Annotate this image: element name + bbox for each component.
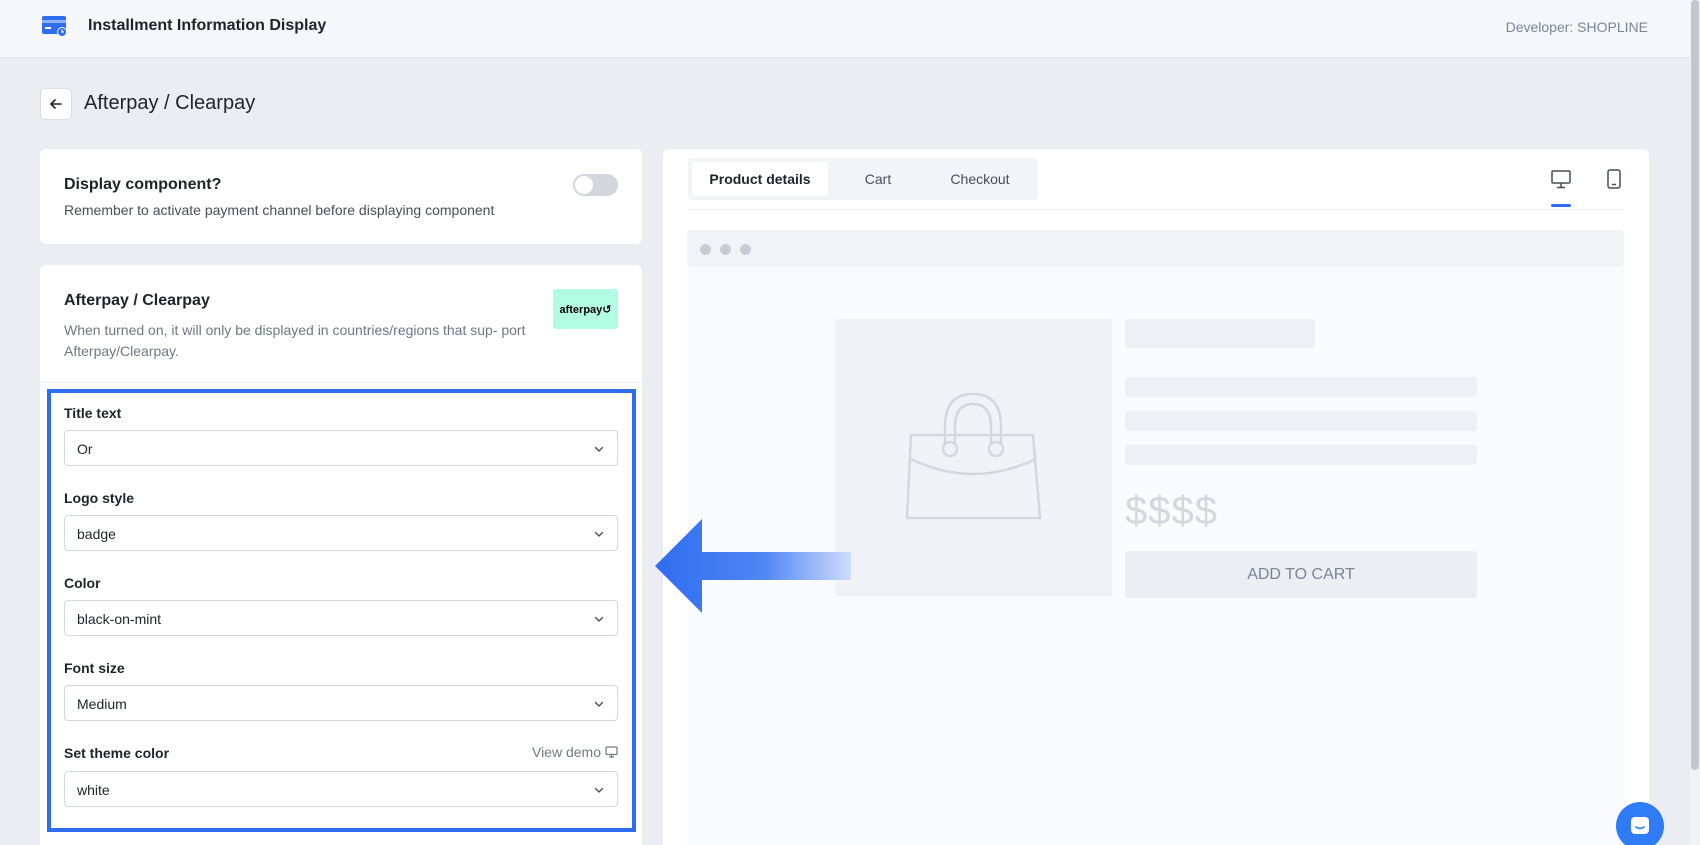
view-demo-label: View demo	[531, 744, 601, 760]
color-label: Color	[64, 575, 101, 591]
toggle-knob	[575, 176, 593, 194]
mobile-icon[interactable]	[1603, 168, 1625, 190]
text-placeholder-bar	[1125, 411, 1477, 431]
chevron-down-icon	[594, 701, 604, 707]
chevron-down-icon	[594, 616, 604, 622]
shopping-bag-icon	[905, 392, 1042, 520]
font-size-value: Medium	[77, 696, 127, 712]
chevron-down-icon	[594, 531, 604, 537]
monitor-icon	[605, 746, 618, 758]
font-size-select[interactable]: Medium	[64, 685, 618, 721]
developer-label: Developer: SHOPLINE	[1505, 19, 1648, 35]
settings-title: Afterpay / Clearpay	[64, 292, 210, 309]
arrow-left-icon	[50, 99, 62, 109]
text-placeholder-bar	[1125, 445, 1477, 465]
scrollbar-thumb[interactable]	[1691, 0, 1699, 770]
add-to-cart-button[interactable]: ADD TO CART	[1125, 551, 1477, 598]
installment-app-icon	[42, 16, 67, 37]
chevron-down-icon	[594, 787, 604, 793]
product-image-placeholder	[835, 319, 1112, 596]
theme-color-select[interactable]: white	[64, 771, 618, 807]
chevron-down-icon	[594, 446, 604, 452]
browser-bar	[687, 230, 1624, 267]
title-text-select[interactable]: Or	[64, 430, 618, 466]
theme-color-label: Set theme color	[64, 745, 170, 761]
browser-dot	[700, 244, 711, 255]
settings-description: When turned on, it will only be displaye…	[64, 322, 526, 359]
app-title: Installment Information Display	[88, 17, 327, 34]
logo-style-value: badge	[77, 526, 116, 542]
display-component-title: Display component?	[64, 176, 222, 193]
chat-support-button[interactable]	[1616, 802, 1664, 845]
title-text-label: Title text	[64, 405, 122, 421]
display-component-card: Display component? Remember to activate …	[40, 149, 642, 244]
settings-divider	[40, 382, 642, 383]
color-value: black-on-mint	[77, 611, 162, 627]
tabs-divider	[688, 209, 1624, 210]
tab-product-details[interactable]: Product details	[692, 162, 828, 196]
title-placeholder-bar	[1125, 319, 1315, 348]
desktop-icon[interactable]	[1550, 168, 1572, 190]
page-scrollbar[interactable]	[1690, 0, 1700, 845]
page-title: Afterpay / Clearpay	[84, 92, 256, 114]
theme-color-value: white	[77, 782, 110, 798]
active-device-indicator	[1551, 204, 1571, 207]
back-button[interactable]	[40, 88, 72, 120]
display-component-description: Remember to activate payment channel bef…	[64, 202, 495, 218]
browser-dot	[740, 244, 751, 255]
arrow-left-callout-icon	[655, 519, 851, 613]
top-bar: Installment Information Display Develope…	[0, 0, 1690, 58]
text-placeholder-bar	[1125, 377, 1477, 397]
tab-checkout[interactable]: Checkout	[928, 162, 1032, 196]
price-placeholder: $$$$	[1125, 489, 1218, 533]
afterpay-logo: afterpay↺	[553, 289, 618, 329]
font-size-label: Font size	[64, 660, 125, 676]
preview-tabs: Product details Cart Checkout	[688, 158, 1038, 200]
title-text-value: Or	[77, 441, 93, 457]
chat-icon	[1631, 817, 1649, 834]
display-component-toggle[interactable]	[573, 174, 618, 196]
browser-dot	[720, 244, 731, 255]
color-select[interactable]: black-on-mint	[64, 600, 618, 636]
view-demo-link[interactable]: View demo	[532, 744, 618, 760]
tab-cart[interactable]: Cart	[836, 162, 920, 196]
logo-style-label: Logo style	[64, 490, 135, 506]
logo-style-select[interactable]: badge	[64, 515, 618, 551]
